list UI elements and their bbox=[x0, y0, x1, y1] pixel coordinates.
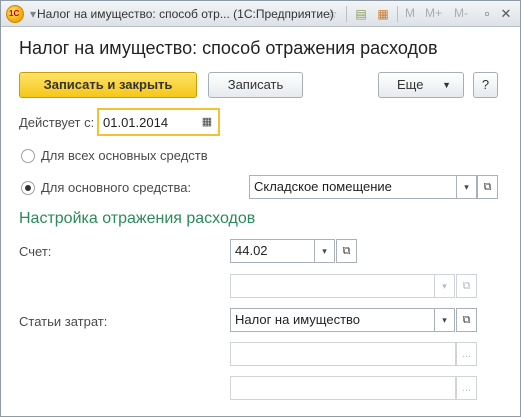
calendar-picker-icon[interactable]: ▦ bbox=[197, 112, 217, 132]
toolbar-divider bbox=[397, 6, 398, 22]
more-label: Еще bbox=[397, 77, 424, 92]
close-icon[interactable]: ✕ bbox=[498, 6, 514, 22]
calendar-icon[interactable]: ▦ bbox=[375, 6, 391, 22]
cost-item-open-icon[interactable]: ⧉ bbox=[456, 308, 477, 332]
effective-date-label: Действует с: bbox=[19, 115, 95, 130]
window-title: Налог на имущество: способ отр... (1С:Пр… bbox=[37, 7, 334, 21]
extra-field-2-ellipsis-button: ... bbox=[456, 376, 477, 400]
account-label: Счет: bbox=[19, 244, 52, 259]
all-assets-label: Для всех основных средств bbox=[41, 148, 208, 163]
subconto-field bbox=[230, 274, 435, 298]
asset-dropdown-icon[interactable]: ▾ bbox=[457, 175, 477, 199]
save-and-close-button[interactable]: Записать и закрыть bbox=[19, 72, 197, 98]
subconto-dropdown-icon: ▾ bbox=[435, 274, 455, 298]
section-title: Настройка отражения расходов bbox=[19, 210, 256, 227]
more-button[interactable]: Еще ▼ bbox=[378, 72, 464, 98]
save-button[interactable]: Записать bbox=[208, 72, 303, 98]
memory-plus-button[interactable]: M+ bbox=[425, 6, 442, 20]
page-title: Налог на имущество: способ отражения рас… bbox=[19, 38, 438, 58]
cost-items-label: Статьи затрат: bbox=[19, 314, 108, 329]
dialog-window: 1С ▾ Налог на имущество: способ отр... (… bbox=[0, 0, 521, 417]
maximize-icon[interactable]: ▫ bbox=[479, 6, 495, 22]
extra-field-1-ellipsis-button: ... bbox=[456, 342, 477, 366]
extra-field-1 bbox=[230, 342, 456, 366]
toolbar-divider bbox=[346, 6, 347, 22]
memory-minus-button[interactable]: M- bbox=[454, 6, 468, 20]
chevron-down-icon: ▼ bbox=[442, 80, 451, 90]
extra-field-2 bbox=[230, 376, 456, 400]
title-bar: 1С ▾ Налог на имущество: способ отр... (… bbox=[1, 1, 520, 27]
calculator-icon[interactable]: ▤ bbox=[353, 6, 369, 22]
app-logo-icon[interactable]: 1С bbox=[6, 5, 24, 23]
help-button[interactable]: ? bbox=[473, 72, 498, 98]
cost-item-field[interactable]: Налог на имущество bbox=[230, 308, 435, 332]
account-open-icon[interactable]: ⧉ bbox=[336, 239, 357, 263]
subconto-open-icon: ⧉ bbox=[456, 274, 477, 298]
asset-select-field[interactable]: Складское помещение bbox=[249, 175, 457, 199]
favorite-star-icon[interactable]: ☆ bbox=[324, 6, 340, 22]
asset-open-icon[interactable]: ⧉ bbox=[477, 175, 498, 199]
one-asset-radio[interactable] bbox=[21, 181, 35, 195]
cost-item-dropdown-icon[interactable]: ▾ bbox=[435, 308, 455, 332]
effective-date-field[interactable]: 01.01.2014 ▦ bbox=[97, 108, 220, 136]
app-logo-text: 1С bbox=[9, 9, 20, 18]
account-dropdown-icon[interactable]: ▾ bbox=[315, 239, 335, 263]
memory-m-button[interactable]: M bbox=[405, 6, 415, 20]
one-asset-label: Для основного средства: bbox=[41, 180, 192, 195]
account-field[interactable]: 44.02 bbox=[230, 239, 315, 263]
all-assets-radio[interactable] bbox=[21, 149, 35, 163]
effective-date-value: 01.01.2014 bbox=[103, 115, 169, 130]
